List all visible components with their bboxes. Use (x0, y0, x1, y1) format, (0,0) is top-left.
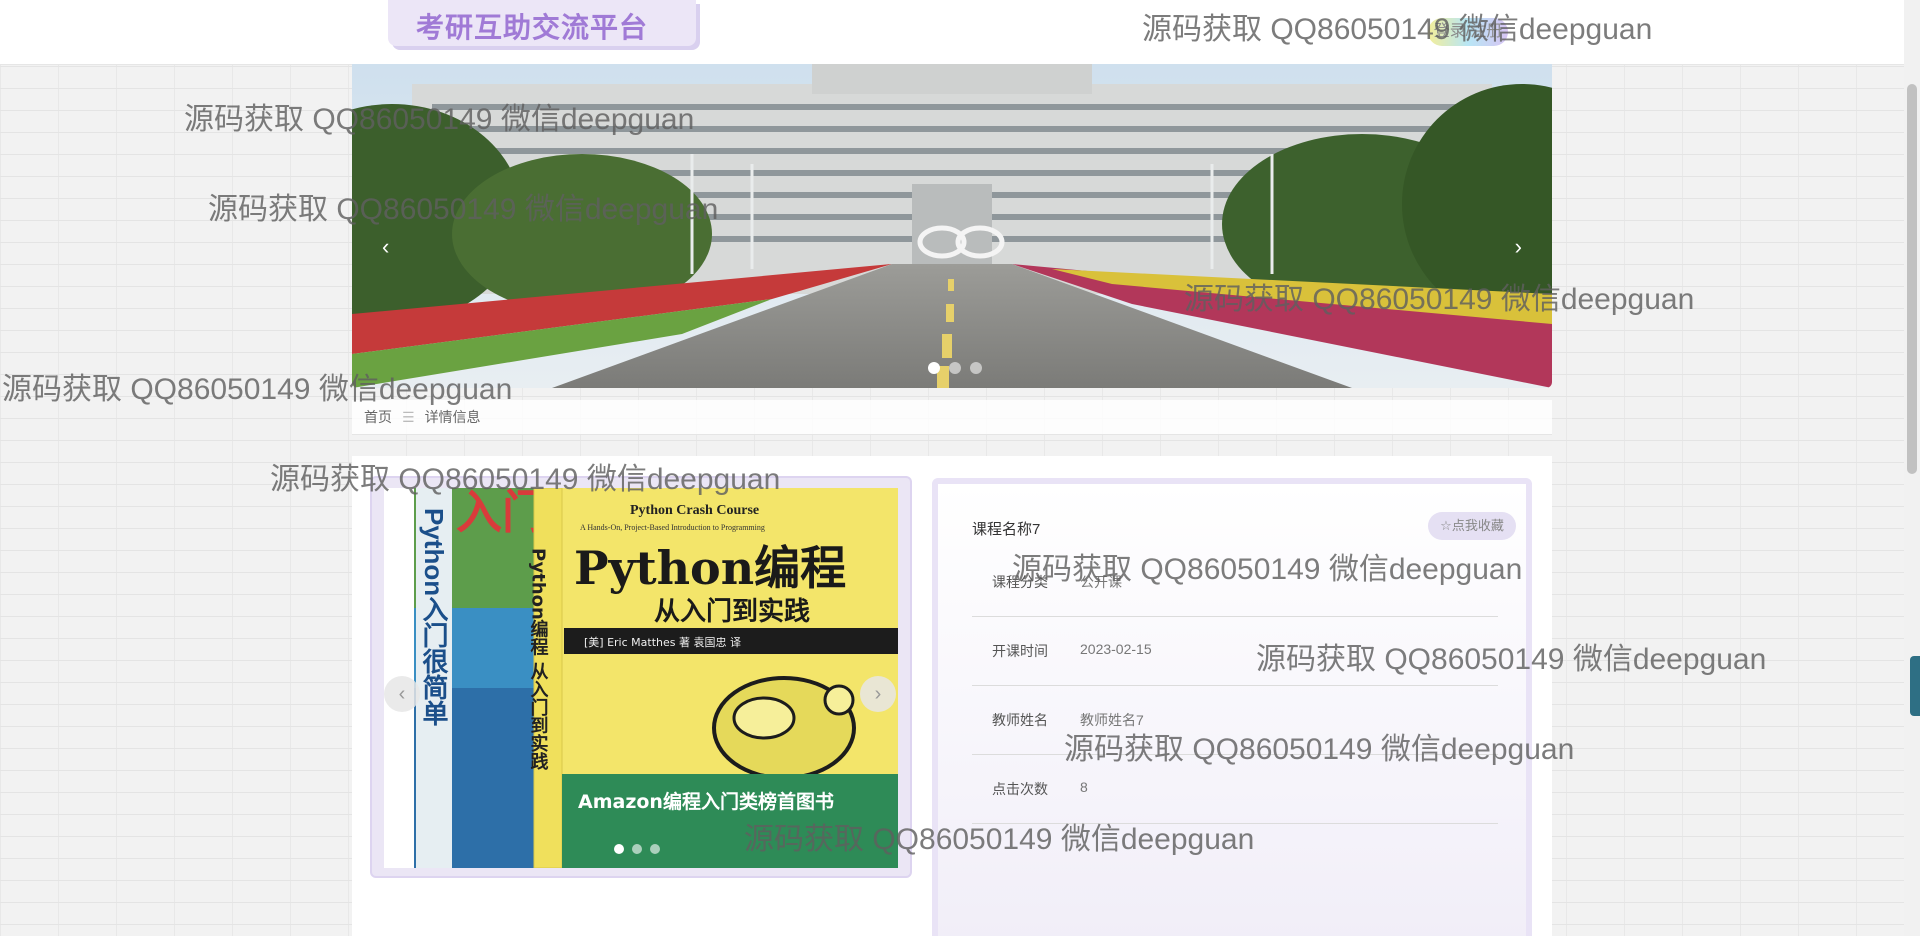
course-image-carousel: Python入门很简单 入门 Python编程 从入门到实践 Python Cr… (384, 488, 898, 868)
breadcrumb-home-link[interactable]: 首页 (364, 407, 392, 427)
detail-value: 8 (1080, 779, 1088, 795)
book-badge-text: Amazon编程入门类榜首图书 (578, 790, 834, 813)
detail-row-clicks: 点击次数 8 (972, 755, 1498, 824)
detail-value: 2023-02-15 (1080, 641, 1152, 657)
left-book-spine-text: Python入门很简单 (419, 508, 449, 726)
banner-dot-3[interactable] (970, 362, 982, 374)
login-register-button[interactable]: 登录/注册 (1428, 18, 1508, 46)
breadcrumb-separator-icon: ☰ (402, 408, 415, 425)
detail-row-teacher: 教师姓名 教师姓名7 (972, 686, 1498, 755)
detail-label: 点击次数 (992, 781, 1048, 797)
detail-value: 公开课 (1080, 574, 1122, 590)
banner-pagination (928, 362, 982, 374)
book-spine-text: Python编程 从入门到实践 (528, 548, 549, 770)
image-prev-arrow[interactable]: ‹ (384, 676, 420, 712)
detail-label: 教师姓名 (992, 712, 1048, 728)
image-dot-2[interactable] (632, 844, 642, 854)
breadcrumb: 首页 ☰ 详情信息 (352, 400, 1552, 435)
top-header: 考研互助交流平台 登录/注册 (0, 0, 1904, 65)
banner-dot-1[interactable] (928, 362, 940, 374)
detail-label: 课程分类 (992, 574, 1048, 590)
detail-value: 教师姓名7 (1080, 712, 1144, 728)
page-scrollbar[interactable] (1904, 0, 1920, 936)
course-detail-card: 课程名称7 ☆点我收藏 课程分类 公开课 开课时间 2023-02-15 教师姓… (932, 478, 1532, 936)
book-main-title: Python编程 (574, 541, 846, 595)
course-name: 课程名称7 (972, 521, 1041, 538)
course-image-card: Python入门很简单 入门 Python编程 从入门到实践 Python Cr… (372, 478, 910, 876)
python-book-cover-image: Python入门很简单 入门 Python编程 从入门到实践 Python Cr… (414, 488, 898, 868)
favorite-button[interactable]: ☆点我收藏 (1428, 512, 1516, 540)
banner-next-arrow[interactable]: › (1515, 234, 1522, 260)
side-float-tab[interactable] (1910, 656, 1920, 716)
book-series-title: Python Crash Course (630, 503, 759, 518)
site-logo[interactable]: 考研互助交流平台 (388, 0, 696, 46)
detail-label: 开课时间 (992, 643, 1048, 659)
book-cn-subtitle: 从入门到实践 (654, 596, 810, 627)
image-dot-3[interactable] (650, 844, 660, 854)
campus-banner-image (352, 64, 1552, 388)
book-english-subtitle: A Hands-On, Project-Based Introduction t… (580, 523, 765, 532)
detail-row-category: 课程分类 公开课 (972, 548, 1498, 617)
scrollbar-thumb[interactable] (1907, 84, 1917, 474)
image-pagination (614, 844, 660, 854)
image-next-arrow[interactable]: › (860, 676, 896, 712)
image-dot-1[interactable] (614, 844, 624, 854)
book-author: [美] Eric Matthes 著 袁国忠 译 (584, 635, 741, 649)
detail-row-start-date: 开课时间 2023-02-15 (972, 617, 1498, 686)
site-logo-text: 考研互助交流平台 (416, 12, 649, 43)
banner-prev-arrow[interactable]: ‹ (382, 234, 389, 260)
banner-carousel: ‹ › (352, 64, 1552, 388)
breadcrumb-current: 详情信息 (424, 409, 481, 425)
banner-dot-2[interactable] (949, 362, 961, 374)
